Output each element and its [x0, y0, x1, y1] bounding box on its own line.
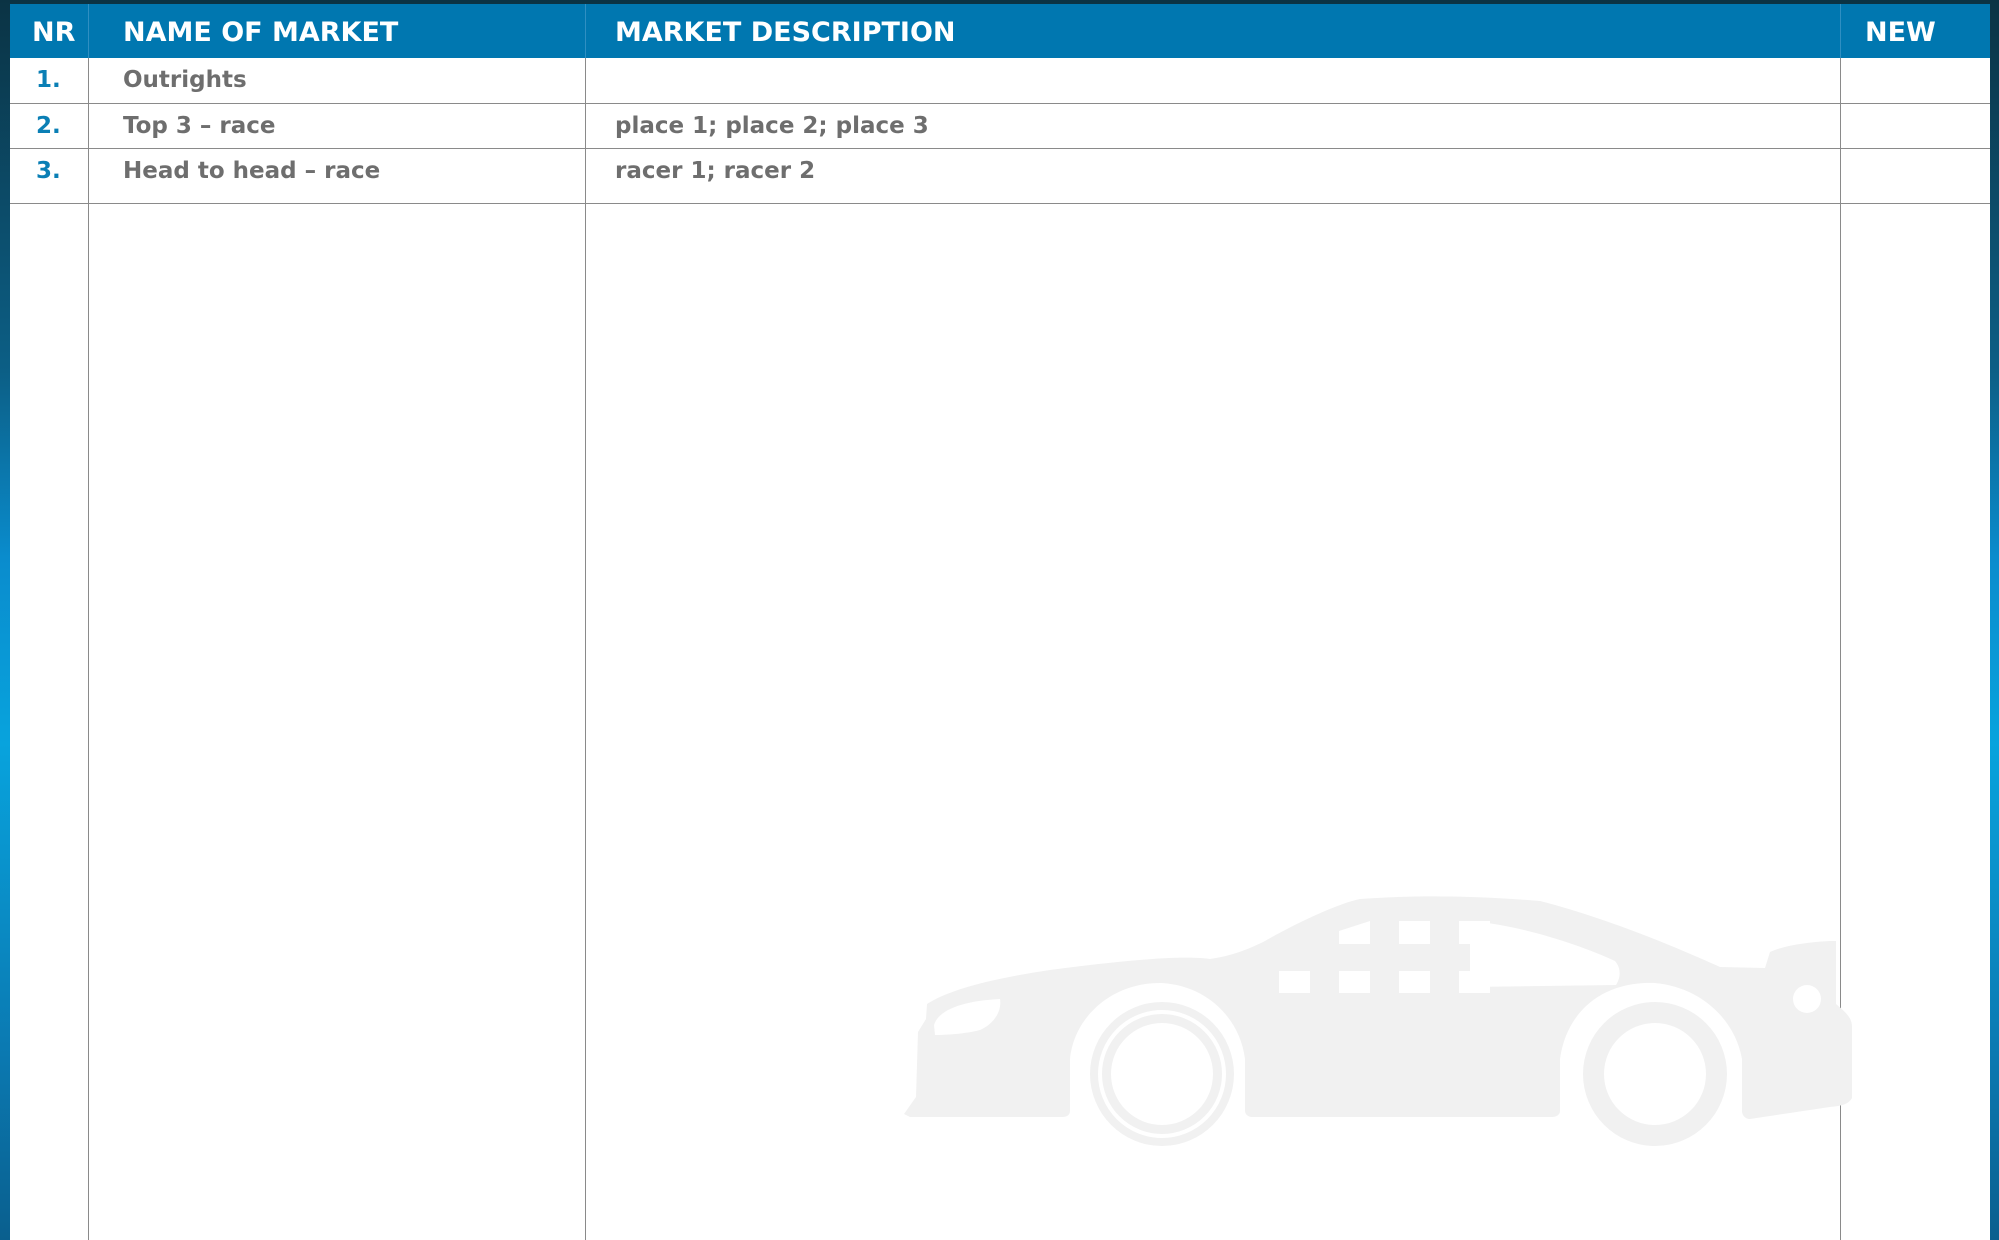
market-name: Top 3 – race [123, 113, 276, 139]
market-name: Head to head – race [123, 158, 381, 184]
header-divider [1840, 4, 1841, 58]
market-description: place 1; place 2; place 3 [615, 113, 929, 139]
row-number: 1. [36, 67, 61, 93]
market-table: NR NAME OF MARKET MARKET DESCRIPTION NEW [10, 4, 1990, 1240]
column-header-name: NAME OF MARKET [123, 17, 399, 48]
column-header-nr: NR [32, 17, 76, 48]
column-header-description: MARKET DESCRIPTION [615, 17, 956, 48]
row-divider [10, 203, 1990, 204]
column-header-new: NEW [1865, 17, 1936, 48]
table-row: 2. Top 3 – race place 1; place 2; place … [10, 104, 1990, 149]
race-car-icon [904, 896, 1852, 1146]
table-row: 1. Outrights [10, 58, 1990, 103]
market-name: Outrights [123, 67, 247, 93]
table-header: NR NAME OF MARKET MARKET DESCRIPTION NEW [10, 4, 1990, 58]
header-divider [585, 4, 586, 58]
market-description: racer 1; racer 2 [615, 158, 816, 184]
header-divider [88, 4, 89, 58]
row-number: 2. [36, 113, 61, 139]
table-row: 3. Head to head – race racer 1; racer 2 [10, 149, 1990, 194]
row-number: 3. [36, 158, 61, 184]
